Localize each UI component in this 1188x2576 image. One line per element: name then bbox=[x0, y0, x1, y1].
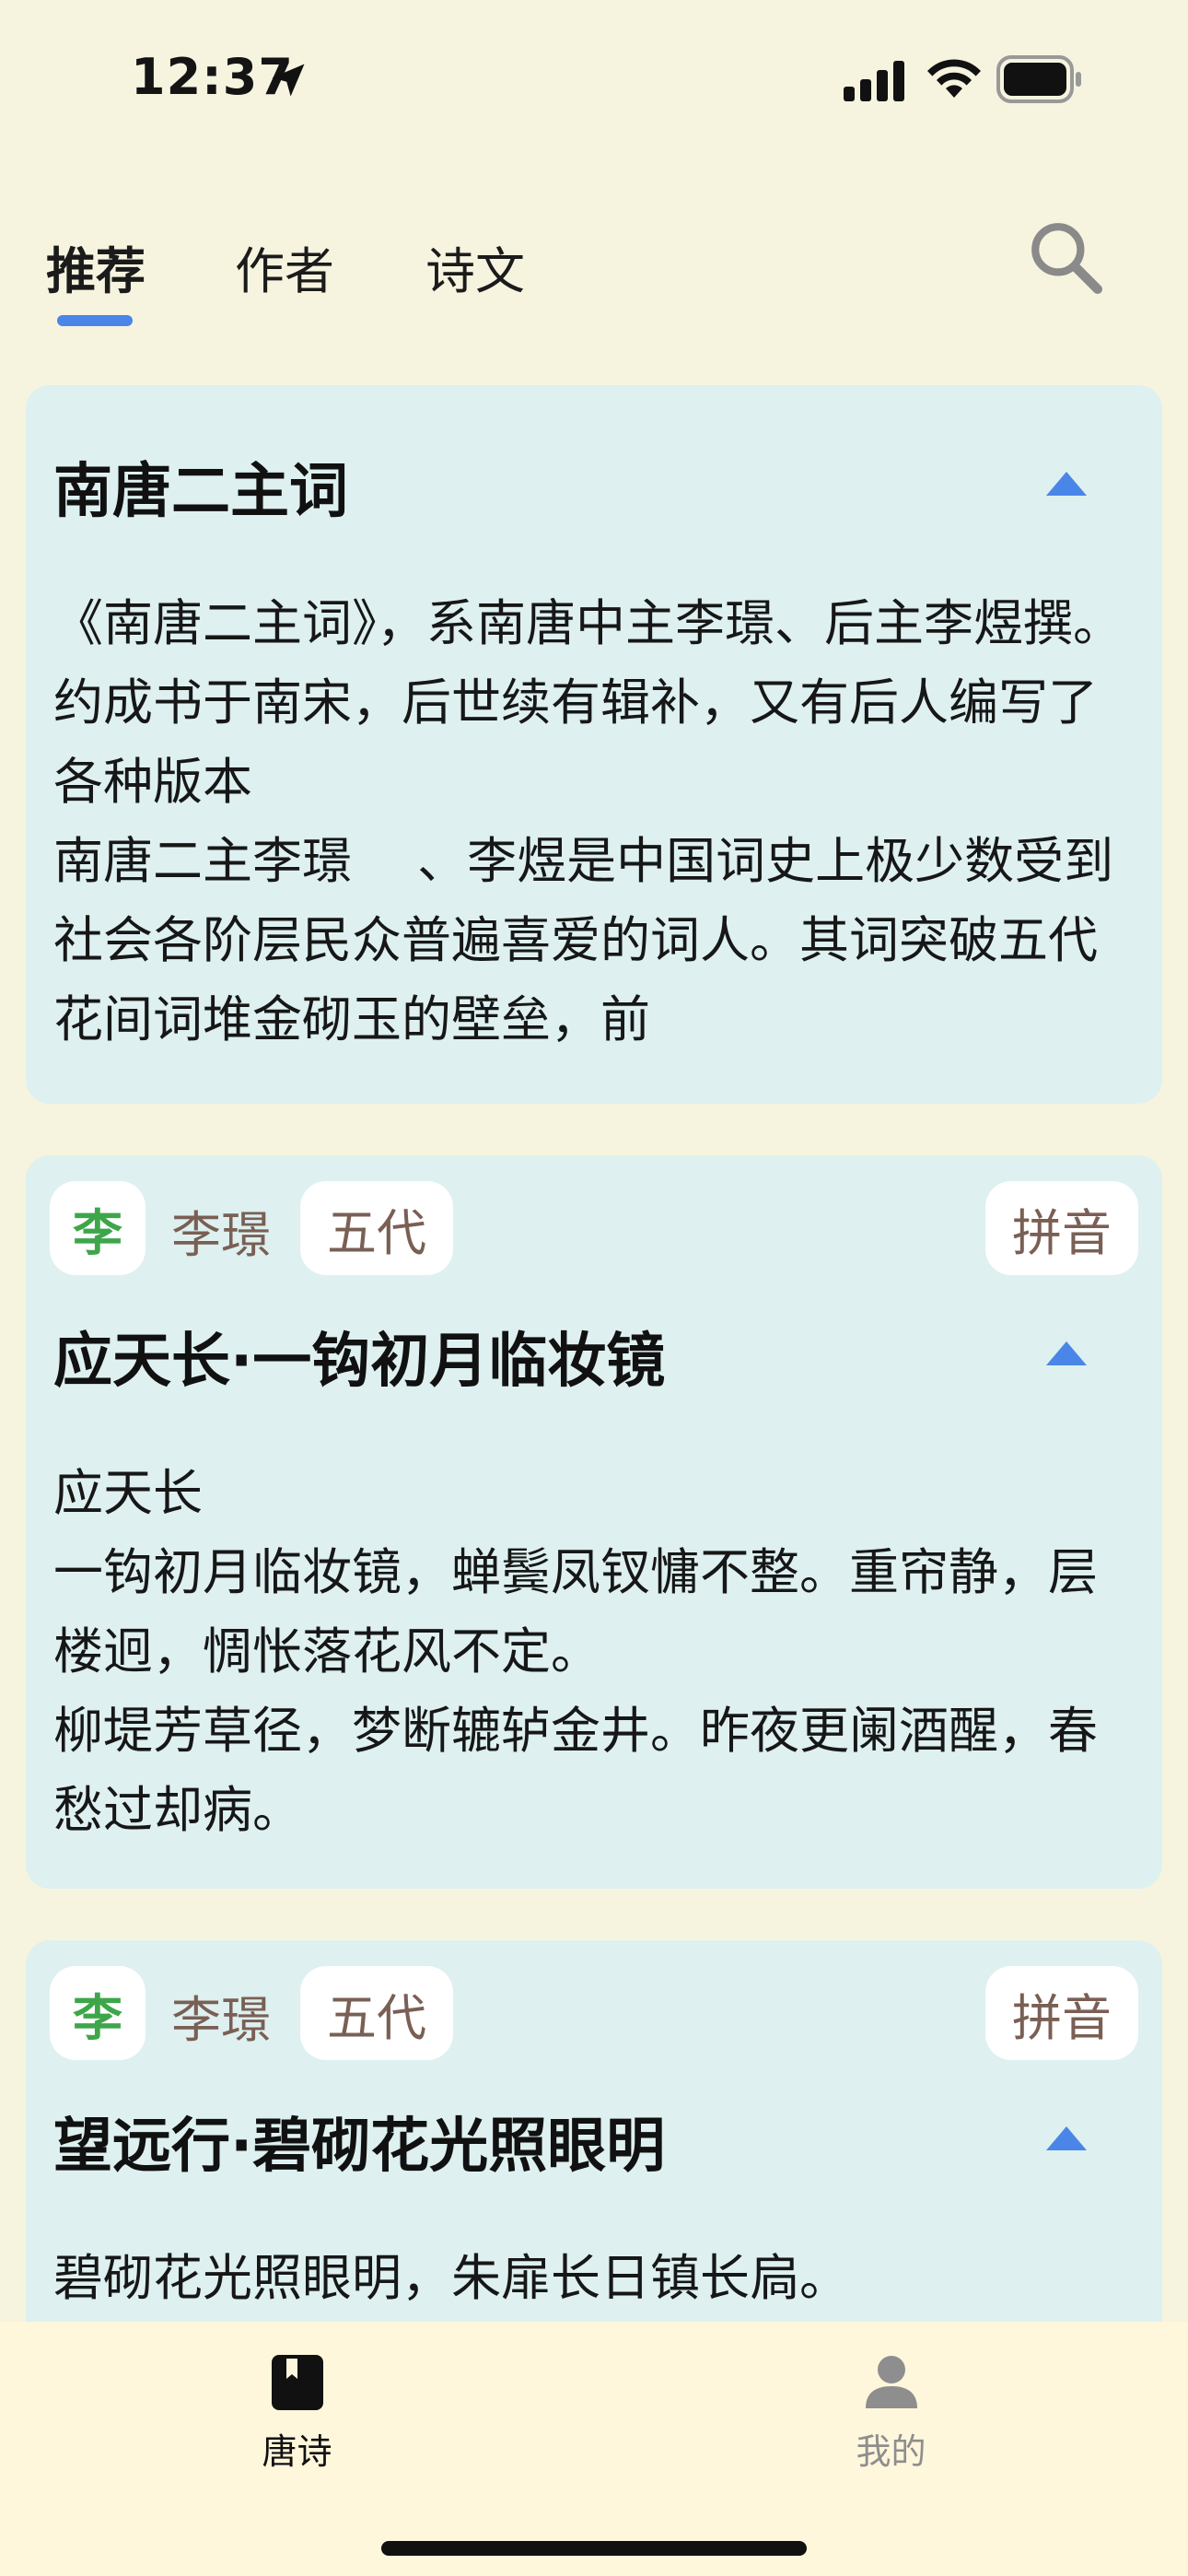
nav-label: 唐诗 bbox=[262, 2431, 332, 2472]
bottom-tab-bar: 唐诗 我的 bbox=[0, 2322, 1188, 2576]
book-icon bbox=[271, 2355, 323, 2410]
nav-tang-poems[interactable]: 唐诗 bbox=[0, 2322, 594, 2506]
home-indicator bbox=[381, 2541, 807, 2556]
search-icon[interactable] bbox=[1028, 219, 1103, 295]
card-title: 南唐二主词 bbox=[53, 458, 348, 526]
location-arrow-icon bbox=[272, 64, 305, 97]
wifi-icon bbox=[927, 59, 981, 98]
pinyin-button[interactable]: 拼音 bbox=[985, 1181, 1138, 1275]
tab-authors[interactable]: 作者 bbox=[235, 230, 334, 303]
tab-poems[interactable]: 诗文 bbox=[425, 230, 525, 303]
dynasty-tag[interactable]: 五代 bbox=[300, 1181, 453, 1275]
status-bar: 12:37 bbox=[0, 0, 1188, 157]
cellular-signal-icon bbox=[844, 61, 904, 101]
nav-label: 我的 bbox=[856, 2431, 926, 2472]
chevron-up-icon[interactable] bbox=[1046, 472, 1087, 496]
chevron-up-icon[interactable] bbox=[1046, 1341, 1087, 1365]
author-name[interactable]: 李璟 bbox=[171, 1979, 271, 2052]
tab-recommend[interactable]: 推荐 bbox=[46, 230, 146, 303]
author-initial-badge: 李 bbox=[50, 1181, 146, 1275]
card-body-text: 《南唐二主词》，系南唐中主李璟、后主李煜撰。约成书于南宋，后世续有辑补，又有后人… bbox=[53, 594, 1123, 1048]
chevron-up-icon[interactable] bbox=[1046, 2126, 1087, 2150]
battery-icon bbox=[996, 55, 1081, 103]
dynasty-tag[interactable]: 五代 bbox=[300, 1966, 453, 2060]
poem-body-text: 应天长 一钩初月临妆镜，蝉鬓凤钗慵不整。重帘静，层楼迥，惆怅落花风不定。 柳堤芳… bbox=[53, 1464, 1098, 1839]
poem-card[interactable]: 李 李璟 五代 拼音 应天长·一钩初月临妆镜 应天长 一钩初月临妆镜，蝉鬓凤钗慵… bbox=[26, 1155, 1162, 1889]
poem-title: 应天长·一钩初月临妆镜 bbox=[53, 1328, 666, 1396]
active-tab-indicator bbox=[57, 315, 133, 326]
author-initial-badge: 李 bbox=[50, 1966, 146, 2060]
top-tab-bar: 推荐 作者 诗文 bbox=[0, 212, 1188, 332]
nav-mine[interactable]: 我的 bbox=[594, 2322, 1188, 2506]
person-icon bbox=[865, 2356, 917, 2408]
author-name[interactable]: 李璟 bbox=[171, 1194, 271, 1267]
collection-card[interactable]: 南唐二主词 《南唐二主词》，系南唐中主李璟、后主李煜撰。约成书于南宋，后世续有辑… bbox=[26, 385, 1162, 1104]
poem-body-text: 碧砌花光照眼明，朱扉长日镇长扃。 bbox=[53, 2249, 849, 2307]
pinyin-button[interactable]: 拼音 bbox=[985, 1966, 1138, 2060]
poem-title: 望远行·碧砌花光照眼明 bbox=[53, 2113, 666, 2181]
